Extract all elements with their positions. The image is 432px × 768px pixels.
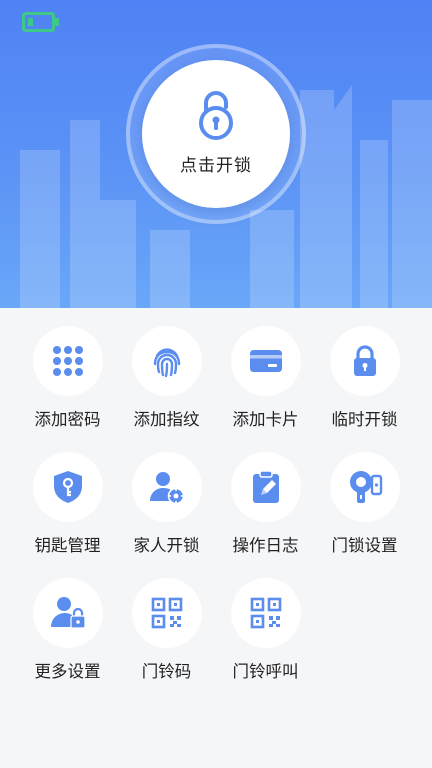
menu-item-label: 添加密码 xyxy=(34,410,101,429)
menu-item-family-unlock[interactable]: 家人开锁 xyxy=(117,450,216,562)
menu-item-label: 更多设置 xyxy=(34,662,101,681)
icon-circle xyxy=(230,326,301,396)
padlock-icon xyxy=(353,345,376,376)
card-icon xyxy=(249,350,282,372)
fingerprint-icon xyxy=(153,348,180,378)
icon-circle xyxy=(329,452,400,522)
clipboard-edit-icon xyxy=(252,470,279,503)
menu-item-temporary-unlock[interactable]: 临时开锁 xyxy=(315,324,414,436)
menu-item-label: 添加指纹 xyxy=(133,410,200,429)
menu-item-label: 家人开锁 xyxy=(133,536,200,555)
menu-item-add-card[interactable]: 添加卡片 xyxy=(216,324,315,436)
menu-item-label: 门铃码 xyxy=(141,662,192,681)
keypad-icon xyxy=(52,346,83,376)
qr-code-icon xyxy=(151,597,182,629)
icon-circle xyxy=(32,578,103,648)
menu-item-key-management[interactable]: 钥匙管理 xyxy=(18,450,117,562)
menu-item-more-settings[interactable]: 更多设置 xyxy=(18,576,117,688)
unlock-label: 点击开锁 xyxy=(180,155,252,176)
lock-device-icon xyxy=(349,471,382,503)
padlock-open-icon xyxy=(199,90,233,140)
menu-item-label: 钥匙管理 xyxy=(34,536,101,555)
menu-item-doorbell-call[interactable]: 门铃呼叫 xyxy=(216,576,315,688)
unlock-button[interactable]: 点击开锁 xyxy=(142,60,290,208)
icon-circle xyxy=(131,578,202,648)
menu-item-label: 操作日志 xyxy=(232,536,299,555)
icon-circle xyxy=(32,326,103,396)
user-gear-icon xyxy=(149,472,184,505)
key-shield-icon xyxy=(53,471,82,503)
menu-item-label: 门铃呼叫 xyxy=(232,662,299,681)
header-banner: 点击开锁 xyxy=(0,0,432,308)
icon-circle xyxy=(131,452,202,522)
menu-item-label: 临时开锁 xyxy=(331,410,398,429)
function-grid: 添加密码 添加指纹 添加卡片 临时开锁 钥匙管理 家人开锁 操作日志 门锁设置 … xyxy=(18,324,414,688)
menu-item-label: 添加卡片 xyxy=(232,410,299,429)
menu-item-add-fingerprint[interactable]: 添加指纹 xyxy=(117,324,216,436)
menu-item-add-password[interactable]: 添加密码 xyxy=(18,324,117,436)
menu-item-label: 门锁设置 xyxy=(331,536,398,555)
menu-item-operation-log[interactable]: 操作日志 xyxy=(216,450,315,562)
icon-circle xyxy=(131,326,202,396)
menu-item-lock-settings[interactable]: 门锁设置 xyxy=(315,450,414,562)
menu-item-doorbell-code[interactable]: 门铃码 xyxy=(117,576,216,688)
icon-circle xyxy=(32,452,103,522)
icon-circle xyxy=(329,326,400,396)
qr-code-call-icon xyxy=(250,597,281,629)
icon-circle xyxy=(230,578,301,648)
battery-icon xyxy=(22,12,59,32)
icon-circle xyxy=(230,452,301,522)
user-lock-icon xyxy=(50,597,86,629)
